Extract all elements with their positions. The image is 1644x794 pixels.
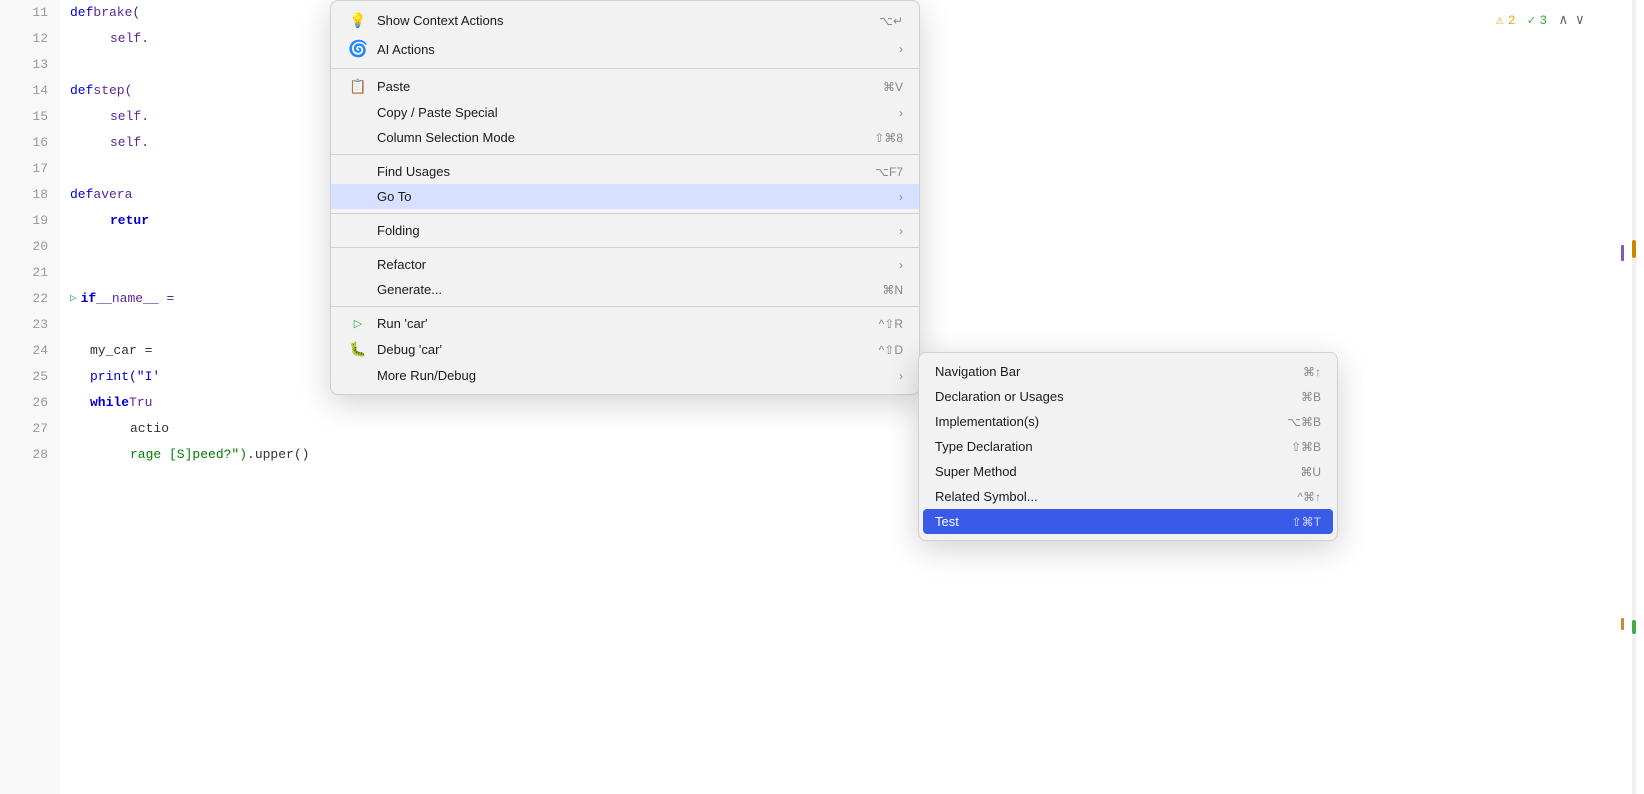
menu-refactor[interactable]: Refactor › xyxy=(331,252,919,277)
submenu-implementations[interactable]: Implementation(s) ⌥⌘B xyxy=(919,409,1337,434)
menu-item-label: Refactor xyxy=(377,257,899,272)
menu-separator-5 xyxy=(331,306,919,307)
submenu-test[interactable]: Test ⇧⌘T xyxy=(923,509,1333,534)
menu-shortcut: ⌘U xyxy=(1300,465,1321,479)
submenu-super-method[interactable]: Super Method ⌘U xyxy=(919,459,1337,484)
menu-separator-3 xyxy=(331,213,919,214)
orange-marker xyxy=(1621,618,1624,630)
menu-item-label: Navigation Bar xyxy=(935,364,1263,379)
menu-shortcut: ⌥⌘B xyxy=(1287,415,1321,429)
next-arrow[interactable]: ∨ xyxy=(1576,12,1584,29)
menu-debug-car[interactable]: 🐛 Debug 'car' ^⇧D xyxy=(331,336,919,363)
menu-generate[interactable]: Generate... ⌘N xyxy=(331,277,919,302)
menu-item-label: Super Method xyxy=(935,464,1260,479)
submenu-arrow: › xyxy=(899,224,903,238)
warning-count: 2 xyxy=(1508,13,1516,28)
submenu-arrow: › xyxy=(899,258,903,272)
ok-indicator: ✓ 3 xyxy=(1527,13,1547,28)
menu-shortcut: ⇧⌘B xyxy=(1291,440,1321,454)
scrollbar-track[interactable] xyxy=(1632,0,1636,794)
menu-shortcut: ⌘↑ xyxy=(1303,365,1321,379)
menu-shortcut: ⌘B xyxy=(1301,390,1321,404)
menu-item-label: Test xyxy=(935,514,1093,529)
menu-item-label: Type Declaration xyxy=(935,439,1251,454)
menu-item-label: Paste xyxy=(377,79,843,94)
menu-item-label: Debug 'car' xyxy=(377,342,839,357)
submenu-arrow: › xyxy=(899,42,903,56)
menu-shortcut: ⌘V xyxy=(883,80,903,94)
menu-more-run-debug[interactable]: More Run/Debug › xyxy=(331,363,919,388)
menu-paste[interactable]: 📋 Paste ⌘V xyxy=(331,73,919,100)
menu-copy-paste-special[interactable]: Copy / Paste Special › xyxy=(331,100,919,125)
menu-run-car[interactable]: ▷ Run 'car' ^⇧R xyxy=(331,311,919,336)
purple-marker-1 xyxy=(1621,245,1624,261)
menu-item-label: Run 'car' xyxy=(377,316,839,331)
prev-arrow[interactable]: ∧ xyxy=(1559,12,1567,29)
menu-shortcut: ^⌘↑ xyxy=(1297,490,1321,504)
paste-icon: 📋 xyxy=(347,78,369,95)
submenu-navigation-bar[interactable]: Navigation Bar ⌘↑ xyxy=(919,359,1337,384)
ok-scroll-marker xyxy=(1632,620,1636,634)
code-line-27: actio xyxy=(70,416,1644,442)
submenu-related-symbol[interactable]: Related Symbol... ^⌘↑ xyxy=(919,484,1337,509)
menu-item-label: Go To xyxy=(377,189,899,204)
menu-separator-2 xyxy=(331,154,919,155)
submenu-type-declaration[interactable]: Type Declaration ⇧⌘B xyxy=(919,434,1337,459)
warning-scroll-marker xyxy=(1632,240,1636,258)
menu-column-selection[interactable]: Column Selection Mode ⇧⌘8 xyxy=(331,125,919,150)
menu-shortcut: ⌘N xyxy=(882,283,903,297)
menu-find-usages[interactable]: Find Usages ⌥F7 xyxy=(331,159,919,184)
menu-folding[interactable]: Folding › xyxy=(331,218,919,243)
submenu-arrow: › xyxy=(899,106,903,120)
menu-item-label: Find Usages xyxy=(377,164,835,179)
nav-arrows[interactable]: ∧ ∨ xyxy=(1559,12,1584,29)
menu-item-label: Generate... xyxy=(377,282,842,297)
menu-shortcut: ⌥F7 xyxy=(875,165,903,179)
menu-item-label: Folding xyxy=(377,223,899,238)
menu-shortcut: ⇧⌘8 xyxy=(874,131,903,145)
lightbulb-icon: 💡 xyxy=(347,12,369,29)
submenu-declaration-or-usages[interactable]: Declaration or Usages ⌘B xyxy=(919,384,1337,409)
ai-icon: 🌀 xyxy=(347,39,369,59)
run-icon: ▷ xyxy=(347,317,369,330)
ok-icon: ✓ xyxy=(1527,13,1535,28)
editor-indicators: ⚠ 2 ✓ 3 ∧ ∨ xyxy=(1496,12,1584,29)
menu-goto[interactable]: Go To › xyxy=(331,184,919,209)
menu-shortcut: ^⇧R xyxy=(879,317,903,331)
goto-submenu: Navigation Bar ⌘↑ Declaration or Usages … xyxy=(918,352,1338,541)
submenu-arrow: › xyxy=(899,369,903,383)
menu-item-label: Show Context Actions xyxy=(377,13,839,28)
menu-separator-4 xyxy=(331,247,919,248)
code-line-28: rage [S]peed?").upper() xyxy=(70,442,1644,468)
menu-separator-1 xyxy=(331,68,919,69)
warning-icon: ⚠ xyxy=(1496,13,1504,28)
menu-item-label: Implementation(s) xyxy=(935,414,1247,429)
menu-item-label: More Run/Debug xyxy=(377,368,899,383)
menu-item-label: Column Selection Mode xyxy=(377,130,834,145)
menu-shortcut: ⌥↵ xyxy=(879,14,903,28)
menu-item-label: Related Symbol... xyxy=(935,489,1257,504)
menu-shortcut: ⇧⌘T xyxy=(1292,515,1321,529)
menu-shortcut: ^⇧D xyxy=(879,343,903,357)
ok-count: 3 xyxy=(1539,13,1547,28)
menu-show-context-actions[interactable]: 💡 Show Context Actions ⌥↵ xyxy=(331,7,919,34)
submenu-arrow: › xyxy=(899,190,903,204)
debug-icon: 🐛 xyxy=(347,341,369,358)
menu-item-label: Declaration or Usages xyxy=(935,389,1261,404)
line-numbers: 11 12 13 14 15 16 17 18 19 20 21 22 23 2… xyxy=(0,0,60,794)
menu-item-label: AI Actions xyxy=(377,42,899,57)
menu-ai-actions[interactable]: 🌀 AI Actions › xyxy=(331,34,919,64)
menu-item-label: Copy / Paste Special xyxy=(377,105,899,120)
context-menu: 💡 Show Context Actions ⌥↵ 🌀 AI Actions ›… xyxy=(330,0,920,395)
warning-indicator: ⚠ 2 xyxy=(1496,13,1516,28)
